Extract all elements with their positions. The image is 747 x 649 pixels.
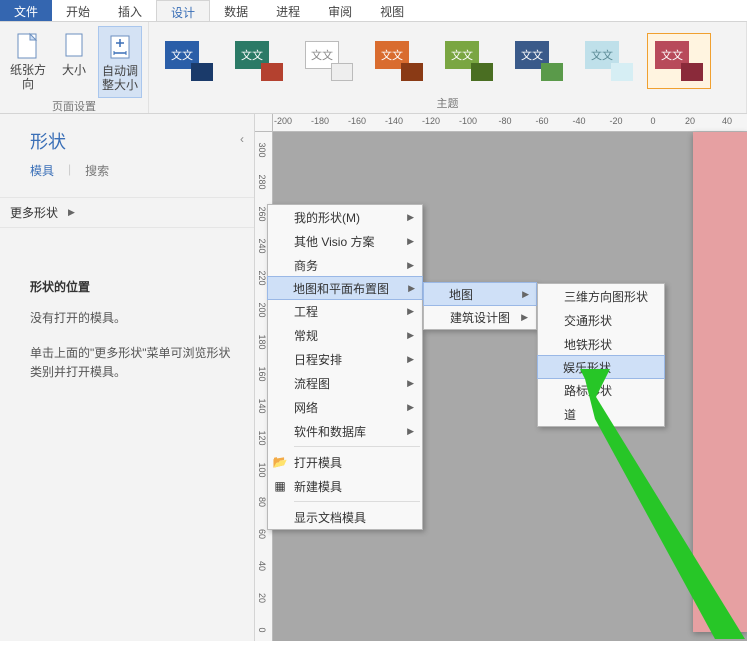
more-shapes-menu: 我的形状(M)▶ 其他 Visio 方案▶ 商务▶ 地图和平面布置图▶ 工程▶ … — [267, 204, 423, 530]
shapes-position-empty: 没有打开的模具。 — [30, 309, 236, 328]
ribbon-group-themes: 文文 文文 文文 文文 文文 文文 文文 文文 主题 — [149, 22, 747, 113]
size-button[interactable]: 大小 — [52, 26, 96, 98]
shapes-position-title: 形状的位置 — [30, 278, 236, 295]
tab-view[interactable]: 视图 — [366, 0, 418, 21]
submenu-arrow-icon: ▶ — [407, 378, 414, 389]
menu-maps[interactable]: 地图和平面布置图▶ — [267, 276, 423, 300]
submenu-arrow-icon: ▶ — [407, 260, 414, 271]
submenu-entertainment-shapes[interactable]: 娱乐形状 — [537, 355, 665, 379]
submenu-arrow-icon: ▶ — [407, 212, 414, 223]
submenu-arrow-icon: ▶ — [407, 402, 414, 413]
ruler-horizontal: -200-180-160-140-120-100-80-60-40-200204… — [273, 114, 747, 132]
open-icon: 📂 — [272, 455, 288, 469]
divider: | — [68, 162, 71, 179]
submenu-subway-shapes[interactable]: 地铁形状 — [538, 332, 664, 356]
maps-submenu: 地图▶ 建筑设计图▶ — [423, 282, 537, 330]
submenu-arrow-icon: ▶ — [407, 426, 414, 437]
new-icon: ▦ — [272, 479, 288, 493]
theme-swatch-1[interactable]: 文文 — [157, 33, 221, 89]
tab-file[interactable]: 文件 — [0, 0, 52, 21]
submenu-arrow-icon: ▶ — [522, 289, 529, 300]
shapes-pane-title: 形状 — [30, 128, 236, 154]
menu-open-stencil[interactable]: 📂打开模具 — [268, 450, 422, 474]
ribbon: 纸张方向 大小 自动调整大小 页面设置 文文 文文 文文 文文 文文 — [0, 22, 747, 114]
menu-show-doc-stencil[interactable]: 显示文档模具 — [268, 505, 422, 529]
tab-process[interactable]: 进程 — [262, 0, 314, 21]
theme-swatch-5[interactable]: 文文 — [437, 33, 501, 89]
map-shapes-submenu: 三维方向图形状 交通形状 地铁形状 娱乐形状 路标形状 道 — [537, 283, 665, 427]
theme-swatch-4[interactable]: 文文 — [367, 33, 431, 89]
submenu-map[interactable]: 地图▶ — [423, 282, 537, 306]
theme-gallery[interactable]: 文文 文文 文文 文文 文文 文文 文文 文文 — [157, 26, 738, 95]
tab-design[interactable]: 设计 — [156, 0, 210, 21]
themes-group-label: 主题 — [157, 95, 738, 111]
page-setup-group-label: 页面设置 — [6, 98, 142, 114]
submenu-traffic-shapes[interactable]: 交通形状 — [538, 308, 664, 332]
ruler-corner — [255, 114, 273, 132]
theme-swatch-6[interactable]: 文文 — [507, 33, 571, 89]
submenu-partial[interactable]: 道 — [538, 402, 664, 426]
menu-new-stencil[interactable]: ▦新建模具 — [268, 474, 422, 498]
ribbon-tabs: 文件 开始 插入 设计 数据 进程 审阅 视图 — [0, 0, 747, 22]
more-shapes-button[interactable]: 更多形状 ▶ — [0, 197, 254, 228]
submenu-road-shapes[interactable]: 路标形状 — [538, 378, 664, 402]
more-shapes-label: 更多形状 — [10, 204, 58, 221]
chevron-right-icon: ▶ — [68, 207, 75, 218]
pane-collapse-icon[interactable]: ‹ — [240, 132, 244, 146]
theme-swatch-8[interactable]: 文文 — [647, 33, 711, 89]
menu-general[interactable]: 常规▶ — [268, 323, 422, 347]
theme-swatch-3[interactable]: 文文 — [297, 33, 361, 89]
orientation-label: 纸张方向 — [8, 64, 48, 92]
submenu-arrow-icon: ▶ — [408, 283, 415, 294]
submenu-arrow-icon: ▶ — [407, 236, 414, 247]
menu-schedule[interactable]: 日程安排▶ — [268, 347, 422, 371]
submenu-architecture[interactable]: 建筑设计图▶ — [424, 305, 536, 329]
menu-network[interactable]: 网络▶ — [268, 395, 422, 419]
tab-review[interactable]: 审阅 — [314, 0, 366, 21]
shapes-pane-tabs: 模具 | 搜索 — [30, 162, 236, 179]
tab-data[interactable]: 数据 — [210, 0, 262, 21]
submenu-arrow-icon: ▶ — [521, 312, 528, 323]
shapes-tab-search[interactable]: 搜索 — [85, 162, 109, 179]
theme-swatch-7[interactable]: 文文 — [577, 33, 641, 89]
submenu-3d-shapes[interactable]: 三维方向图形状 — [538, 284, 664, 308]
tab-insert[interactable]: 插入 — [104, 0, 156, 21]
menu-separator — [294, 501, 420, 502]
autosize-button[interactable]: 自动调整大小 — [98, 26, 142, 98]
menu-my-shapes[interactable]: 我的形状(M)▶ — [268, 205, 422, 229]
tab-home[interactable]: 开始 — [52, 0, 104, 21]
autosize-icon — [104, 31, 136, 63]
menu-flowchart[interactable]: 流程图▶ — [268, 371, 422, 395]
orientation-icon — [12, 30, 44, 62]
menu-other-visio[interactable]: 其他 Visio 方案▶ — [268, 229, 422, 253]
theme-swatch-2[interactable]: 文文 — [227, 33, 291, 89]
drawing-page[interactable] — [693, 132, 747, 632]
menu-software[interactable]: 软件和数据库▶ — [268, 419, 422, 443]
size-label: 大小 — [62, 64, 86, 78]
size-icon — [58, 30, 90, 62]
shapes-tab-stencils[interactable]: 模具 — [30, 162, 54, 179]
submenu-arrow-icon: ▶ — [407, 330, 414, 341]
shapes-position-hint: 单击上面的"更多形状"菜单可浏览形状类别并打开模具。 — [30, 344, 236, 382]
submenu-arrow-icon: ▶ — [407, 306, 414, 317]
orientation-button[interactable]: 纸张方向 — [6, 26, 50, 98]
autosize-label: 自动调整大小 — [101, 65, 139, 93]
menu-engineering[interactable]: 工程▶ — [268, 299, 422, 323]
shapes-position-section: 形状的位置 没有打开的模具。 单击上面的"更多形状"菜单可浏览形状类别并打开模具… — [30, 278, 236, 383]
menu-separator — [294, 446, 420, 447]
submenu-arrow-icon: ▶ — [407, 354, 414, 365]
shapes-pane: ‹ 形状 模具 | 搜索 更多形状 ▶ 形状的位置 没有打开的模具。 单击上面的… — [0, 114, 255, 641]
ribbon-group-page-setup: 纸张方向 大小 自动调整大小 页面设置 — [0, 22, 149, 113]
menu-business[interactable]: 商务▶ — [268, 253, 422, 277]
